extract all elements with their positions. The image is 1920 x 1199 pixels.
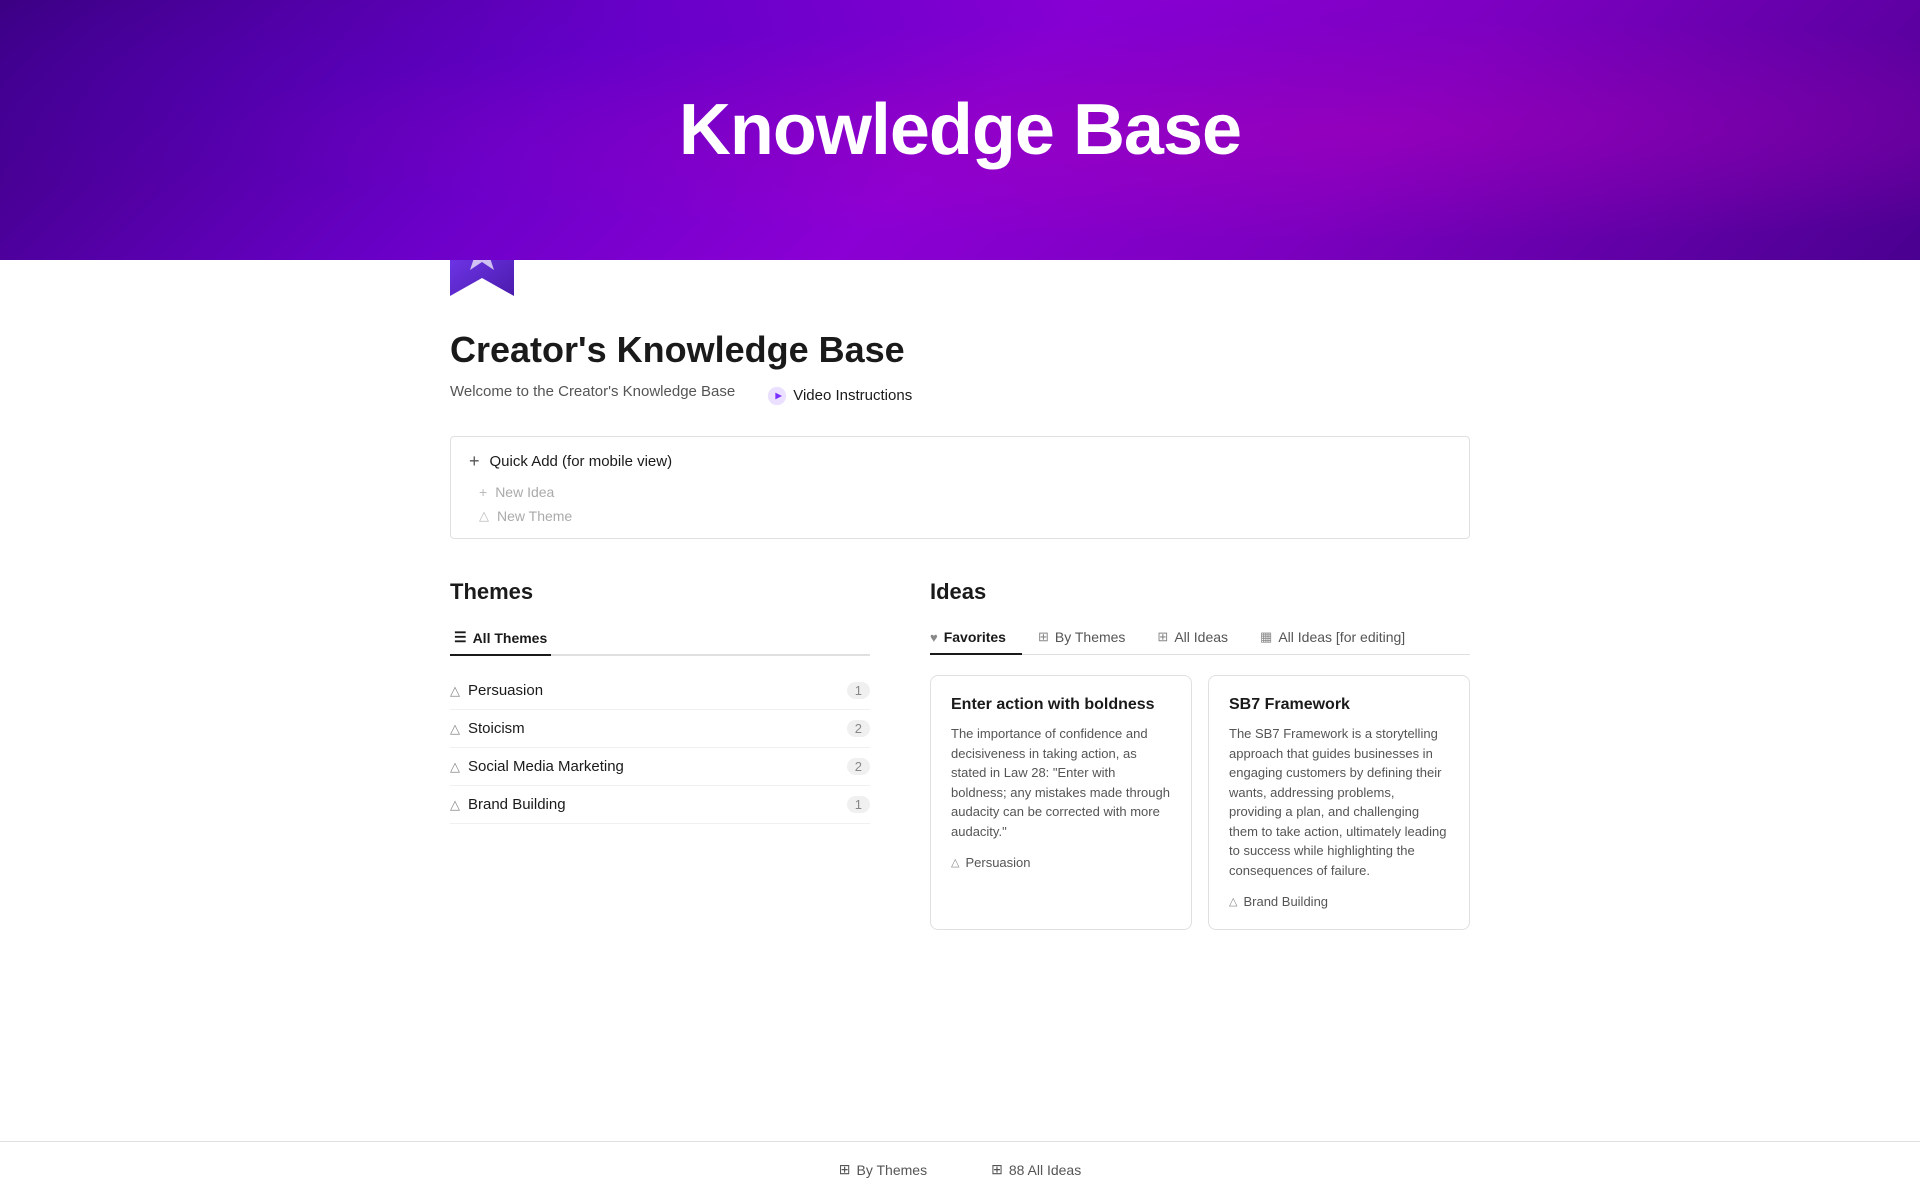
theme-label: Social Media Marketing: [468, 758, 624, 775]
theme-label: Stoicism: [468, 720, 525, 737]
theme-row-social-media[interactable]: △ Social Media Marketing 2: [450, 748, 870, 786]
page-title: Creator's Knowledge Base: [450, 329, 1470, 371]
ideas-tabs: ♥ Favorites ⊞ By Themes ⊞ All Ideas ▦ Al…: [930, 621, 1470, 655]
tag-triangle-icon: △: [951, 856, 959, 869]
ideas-tab-all-ideas-editing[interactable]: ▦ All Ideas [for editing]: [1244, 621, 1421, 655]
themes-tabs: ☰ All Themes: [450, 621, 870, 656]
play-icon: [767, 386, 787, 406]
hero-banner: Knowledge Base: [0, 0, 1920, 260]
themes-section-title: Themes: [450, 579, 870, 605]
theme-label: Persuasion: [468, 682, 543, 699]
themes-list: △ Persuasion 1 △ Stoicism 2 △ Social Med: [450, 672, 870, 824]
ideas-column: Ideas ♥ Favorites ⊞ By Themes ⊞ All Idea…: [930, 579, 1470, 930]
theme-row-stoicism[interactable]: △ Stoicism 2: [450, 710, 870, 748]
all-ideas-tab-label: All Ideas: [1174, 629, 1228, 645]
page-subtitle: Welcome to the Creator's Knowledge Base: [450, 383, 735, 400]
favorites-tab-label: Favorites: [944, 629, 1006, 645]
bottom-tab-by-themes[interactable]: ⊞ By Themes: [807, 1142, 959, 1199]
ideas-cards-grid: Enter action with boldness The importanc…: [930, 675, 1470, 930]
tag-triangle-icon-1: △: [1229, 895, 1237, 908]
bottom-grid-icon: ⊞: [839, 1161, 851, 1178]
ideas-tab-favorites[interactable]: ♥ Favorites: [930, 621, 1022, 655]
bottom-by-themes-label: By Themes: [857, 1162, 928, 1178]
new-theme-label: New Theme: [497, 508, 572, 524]
quick-add-plus-icon: +: [469, 451, 480, 472]
ideas-tab-all-ideas[interactable]: ⊞ All Ideas: [1141, 621, 1244, 655]
triangle-icon: △: [450, 759, 460, 775]
video-instructions-label: Video Instructions: [793, 387, 912, 404]
idea-card-title-0: Enter action with boldness: [951, 696, 1171, 714]
list-icon: ☰: [454, 629, 467, 646]
theme-label: Brand Building: [468, 796, 566, 813]
all-themes-label: All Themes: [473, 630, 548, 646]
hero-title: Knowledge Base: [679, 89, 1241, 171]
theme-row-brand-building[interactable]: △ Brand Building 1: [450, 786, 870, 824]
themes-column: Themes ☰ All Themes △ Persuasion 1: [450, 579, 870, 930]
quick-add-header[interactable]: + Quick Add (for mobile view): [469, 451, 1451, 472]
idea-card-0[interactable]: Enter action with boldness The importanc…: [930, 675, 1192, 930]
bottom-grid-icon-2: ⊞: [991, 1161, 1003, 1178]
theme-name-persuasion: △ Persuasion: [450, 682, 543, 699]
quick-add-new-theme[interactable]: △ New Theme: [479, 508, 1451, 524]
themes-tab-all[interactable]: ☰ All Themes: [450, 621, 551, 656]
quick-add-title: Quick Add (for mobile view): [490, 453, 673, 470]
quick-add-items: + New Idea △ New Theme: [469, 484, 1451, 524]
heart-icon: ♥: [930, 630, 938, 645]
theme-row-persuasion[interactable]: △ Persuasion 1: [450, 672, 870, 710]
theme-name-stoicism: △ Stoicism: [450, 720, 525, 737]
theme-name-brand-building: △ Brand Building: [450, 796, 566, 813]
idea-card-1[interactable]: SB7 Framework The SB7 Framework is a sto…: [1208, 675, 1470, 930]
theme-name-social-media: △ Social Media Marketing: [450, 758, 624, 775]
bottom-tabs-bar: ⊞ By Themes ⊞ 88 All Ideas: [0, 1141, 1920, 1199]
idea-card-title-1: SB7 Framework: [1229, 696, 1449, 714]
triangle-icon: △: [450, 721, 460, 737]
two-col-layout: Themes ☰ All Themes △ Persuasion 1: [450, 579, 1470, 930]
table-icon: ▦: [1260, 629, 1272, 645]
page-meta: Welcome to the Creator's Knowledge Base …: [450, 383, 1470, 408]
idea-card-tag-label-0: Persuasion: [965, 855, 1030, 870]
quick-add-section: + Quick Add (for mobile view) + New Idea…: [450, 436, 1470, 539]
idea-card-desc-1: The SB7 Framework is a storytelling appr…: [1229, 724, 1449, 880]
grid-icon: ⊞: [1038, 629, 1049, 645]
theme-count-persuasion: 1: [847, 682, 870, 699]
video-instructions-link[interactable]: Video Instructions: [767, 386, 912, 406]
quick-add-new-idea[interactable]: + New Idea: [479, 484, 1451, 500]
all-ideas-editing-tab-label: All Ideas [for editing]: [1278, 629, 1405, 645]
grid-icon-2: ⊞: [1157, 629, 1168, 645]
new-idea-label: New Idea: [495, 484, 554, 500]
triangle-icon: △: [450, 797, 460, 813]
theme-count-stoicism: 2: [847, 720, 870, 737]
bottom-tab-all-ideas[interactable]: ⊞ 88 All Ideas: [959, 1142, 1113, 1199]
idea-card-tag-label-1: Brand Building: [1243, 894, 1328, 909]
idea-card-desc-0: The importance of confidence and decisiv…: [951, 724, 1171, 841]
by-themes-tab-label: By Themes: [1055, 629, 1126, 645]
bottom-all-ideas-label: 88 All Ideas: [1009, 1162, 1081, 1178]
triangle-icon: △: [450, 683, 460, 699]
idea-card-tag-0: △ Persuasion: [951, 855, 1171, 870]
idea-card-tag-1: △ Brand Building: [1229, 894, 1449, 909]
ideas-section-title: Ideas: [930, 579, 1470, 605]
new-theme-triangle-icon: △: [479, 508, 489, 524]
ideas-tab-by-themes[interactable]: ⊞ By Themes: [1022, 621, 1141, 655]
new-idea-plus-icon: +: [479, 484, 487, 500]
theme-count-social-media: 2: [847, 758, 870, 775]
theme-count-brand-building: 1: [847, 796, 870, 813]
